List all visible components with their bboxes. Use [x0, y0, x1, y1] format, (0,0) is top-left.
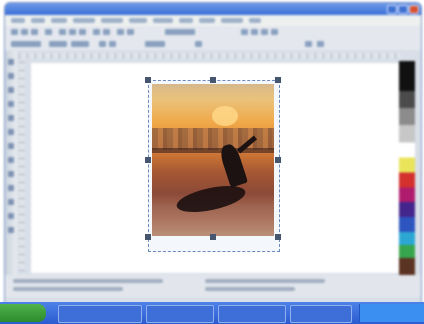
toolbox [5, 51, 17, 281]
resize-handle-top-left[interactable] [145, 77, 151, 83]
menu-item-window[interactable] [221, 18, 243, 23]
zoom-dropdown[interactable] [165, 29, 195, 35]
taskbar [0, 302, 424, 324]
property-bar [5, 38, 421, 50]
import-icon[interactable] [117, 29, 124, 35]
grid-icon[interactable] [261, 29, 268, 35]
menu-item-view[interactable] [51, 18, 67, 23]
cut-icon[interactable] [59, 29, 66, 35]
snap-icon[interactable] [241, 29, 248, 35]
shape-tool-icon[interactable] [8, 73, 14, 79]
menu-item-effects[interactable] [129, 18, 147, 23]
maximize-button[interactable] [398, 5, 408, 14]
photo-sun [212, 106, 238, 126]
horizontal-ruler [19, 53, 401, 59]
photo-railing [152, 148, 274, 153]
minimize-button[interactable] [387, 5, 397, 14]
polygon-tool-icon[interactable] [8, 157, 14, 163]
open-icon[interactable] [21, 29, 28, 35]
portrait-icon[interactable] [99, 41, 106, 47]
new-icon[interactable] [11, 29, 18, 35]
undo-icon[interactable] [93, 29, 100, 35]
copy-icon[interactable] [69, 29, 76, 35]
landscape-icon[interactable] [109, 41, 116, 47]
taskbar-item[interactable] [58, 305, 142, 323]
resize-handle-bottom-left[interactable] [145, 234, 151, 240]
menu-item-bitmaps[interactable] [153, 18, 173, 23]
dimension-icon[interactable] [305, 41, 312, 47]
taskbar-item[interactable] [146, 305, 214, 323]
redo-icon[interactable] [103, 29, 110, 35]
menu-item-help[interactable] [249, 18, 261, 23]
status-text-outline [205, 287, 295, 291]
print-icon[interactable] [45, 29, 52, 35]
resize-handle-right[interactable] [275, 157, 281, 163]
menu-item-layout[interactable] [73, 18, 95, 23]
status-text-coordinates [13, 287, 123, 291]
status-bar [5, 275, 421, 297]
rectangle-tool-icon[interactable] [8, 129, 14, 135]
height-field[interactable] [71, 41, 89, 47]
resize-handle-bottom-right[interactable] [275, 234, 281, 240]
menu-item-arrange[interactable] [101, 18, 123, 23]
outline-tool-icon[interactable] [8, 213, 14, 219]
menu-item-text[interactable] [179, 18, 193, 23]
units-dropdown[interactable] [145, 41, 165, 47]
menu-item-file[interactable] [11, 18, 25, 23]
paste-icon[interactable] [79, 29, 86, 35]
crop-tool-icon[interactable] [8, 87, 14, 93]
menu-bar [5, 15, 421, 26]
eyedropper-tool-icon[interactable] [8, 199, 14, 205]
text-tool-icon[interactable] [8, 171, 14, 177]
resize-handle-left[interactable] [145, 157, 151, 163]
freehand-tool-icon[interactable] [8, 115, 14, 121]
pick-tool-icon[interactable] [8, 59, 14, 65]
width-field[interactable] [49, 41, 67, 47]
fill-tool-icon[interactable] [8, 227, 14, 233]
resize-handle-top-right[interactable] [275, 77, 281, 83]
title-bar[interactable] [5, 3, 421, 15]
close-button[interactable] [409, 5, 419, 14]
start-button[interactable] [0, 304, 46, 322]
page-size-dropdown[interactable] [11, 41, 41, 47]
placed-photo[interactable] [152, 84, 274, 236]
system-tray [359, 304, 424, 322]
menu-item-edit[interactable] [31, 18, 45, 23]
guides-icon[interactable] [271, 29, 278, 35]
vertical-ruler [19, 61, 25, 271]
save-icon[interactable] [31, 29, 38, 35]
standard-toolbar [5, 26, 421, 38]
resize-handle-top[interactable] [210, 77, 216, 83]
status-text-fill [205, 279, 325, 283]
menu-item-tools[interactable] [199, 18, 215, 23]
interactive-tool-icon[interactable] [8, 185, 14, 191]
options-icon[interactable] [251, 29, 258, 35]
color-palette[interactable] [399, 61, 415, 275]
resize-handle-bottom[interactable] [210, 234, 216, 240]
status-text-object [13, 279, 163, 283]
taskbar-item[interactable] [218, 305, 286, 323]
zoom-tool-icon[interactable] [8, 101, 14, 107]
export-icon[interactable] [127, 29, 134, 35]
duplicate-icon[interactable] [317, 41, 324, 47]
nudge-icon[interactable] [195, 41, 202, 47]
ellipse-tool-icon[interactable] [8, 143, 14, 149]
taskbar-item[interactable] [290, 305, 352, 323]
